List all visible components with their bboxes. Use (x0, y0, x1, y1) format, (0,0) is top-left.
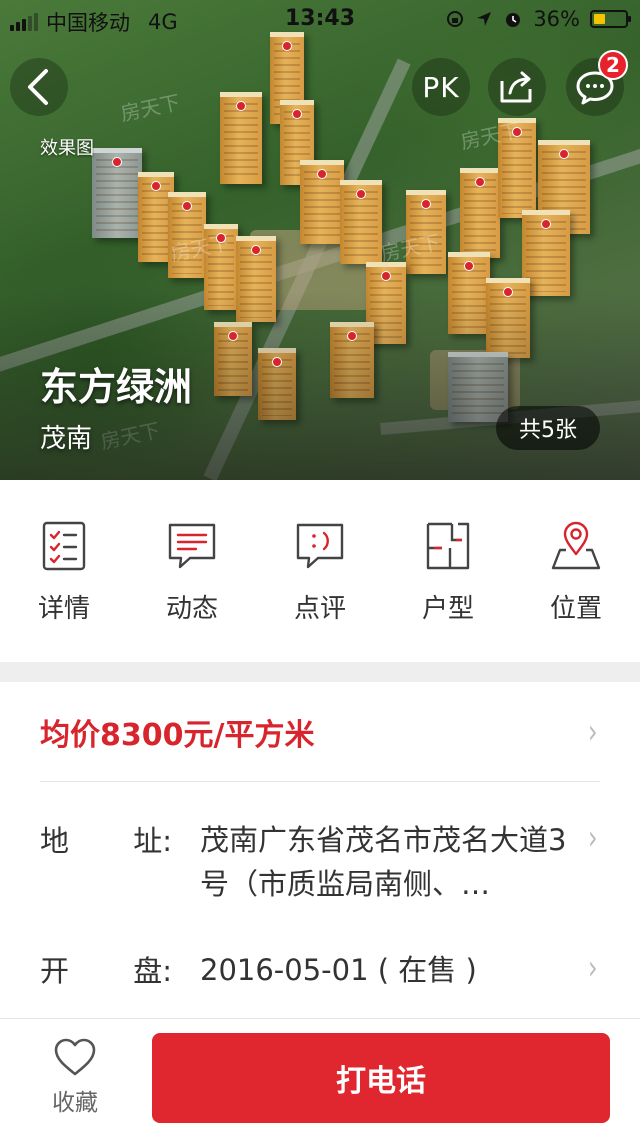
address-value: 茂南广东省茂名市茂名大道3号（市质监局南侧、… (200, 823, 567, 901)
rendering-label: 效果图 (40, 138, 94, 159)
pk-compare-button[interactable]: PK (412, 58, 470, 116)
lock-rotation-icon (447, 11, 464, 27)
address-label-char: 址: (133, 824, 172, 858)
alarm-icon (506, 13, 521, 27)
battery-percent: 36% (533, 7, 580, 31)
average-price: 均价8300元/平方米 (40, 717, 315, 753)
opening-label-char: 盘: (133, 954, 172, 988)
address-label: 地 址: (40, 818, 200, 860)
quick-nav-label: 户型 (421, 594, 474, 624)
chevron-right-icon: › (588, 818, 598, 858)
quick-nav: 详情 动态 点评 户型 位置 (0, 480, 640, 662)
opening-label: 开 盘: (40, 948, 200, 990)
price-row[interactable]: 均价8300元/平方米 › (40, 682, 600, 782)
opening-label-char: 开 (40, 954, 70, 988)
watermark: 房天下 (118, 89, 183, 126)
favorite-button[interactable]: 收藏 (30, 1037, 120, 1117)
news-chat-icon (168, 523, 216, 569)
opening-row[interactable]: 开 盘: 2016-05-01 ( 在售 ) › (40, 948, 600, 992)
bottom-action-bar: 收藏 打电话 (0, 1018, 640, 1136)
review-chat-icon (296, 523, 344, 569)
floorplan-icon (426, 522, 470, 570)
opening-value: 2016-05-01 ( 在售 ) (200, 953, 477, 987)
share-icon (500, 71, 532, 103)
quick-nav-label: 位置 (549, 594, 602, 624)
section-divider (0, 662, 640, 682)
location-pin-icon (551, 521, 601, 570)
quick-nav-location[interactable]: 位置 (512, 480, 640, 662)
details-list-icon (42, 521, 86, 571)
chevron-right-icon: › (588, 948, 598, 988)
quick-nav-details[interactable]: 详情 (0, 480, 128, 662)
quick-nav-news[interactable]: 动态 (128, 480, 256, 662)
message-count-badge: 2 (598, 50, 628, 80)
address-row[interactable]: 地 址: 茂南广东省茂名市茂名大道3号（市质监局南侧、… › (40, 818, 600, 906)
back-arrow-icon (28, 69, 48, 105)
status-bar: 中国移动 4G 13:43 36% (0, 0, 640, 40)
quick-nav-label: 点评 (293, 594, 346, 624)
quick-nav-label: 动态 (165, 594, 218, 624)
chevron-right-icon: › (588, 711, 598, 752)
battery-icon (590, 10, 631, 28)
location-arrow-icon (477, 12, 492, 26)
address-label-char: 地 (40, 824, 70, 858)
heart-icon (54, 1038, 96, 1076)
project-photo-hero[interactable]: 房天下 房天下 房天下 房天下 房天下 中国移动 4G 13:43 36% PK… (0, 0, 640, 480)
back-button[interactable] (10, 58, 68, 116)
favorite-label: 收藏 (52, 1090, 98, 1116)
quick-nav-floorplans[interactable]: 户型 (384, 480, 512, 662)
project-district: 茂南 (40, 424, 93, 454)
call-button[interactable]: 打电话 (152, 1033, 610, 1123)
quick-nav-label: 详情 (37, 594, 90, 624)
message-button[interactable]: 2 (566, 50, 628, 116)
photo-count-badge[interactable]: 共5张 (496, 406, 600, 450)
quick-nav-reviews[interactable]: 点评 (256, 480, 384, 662)
share-button[interactable] (488, 58, 546, 116)
project-name: 东方绿洲 (40, 365, 193, 409)
